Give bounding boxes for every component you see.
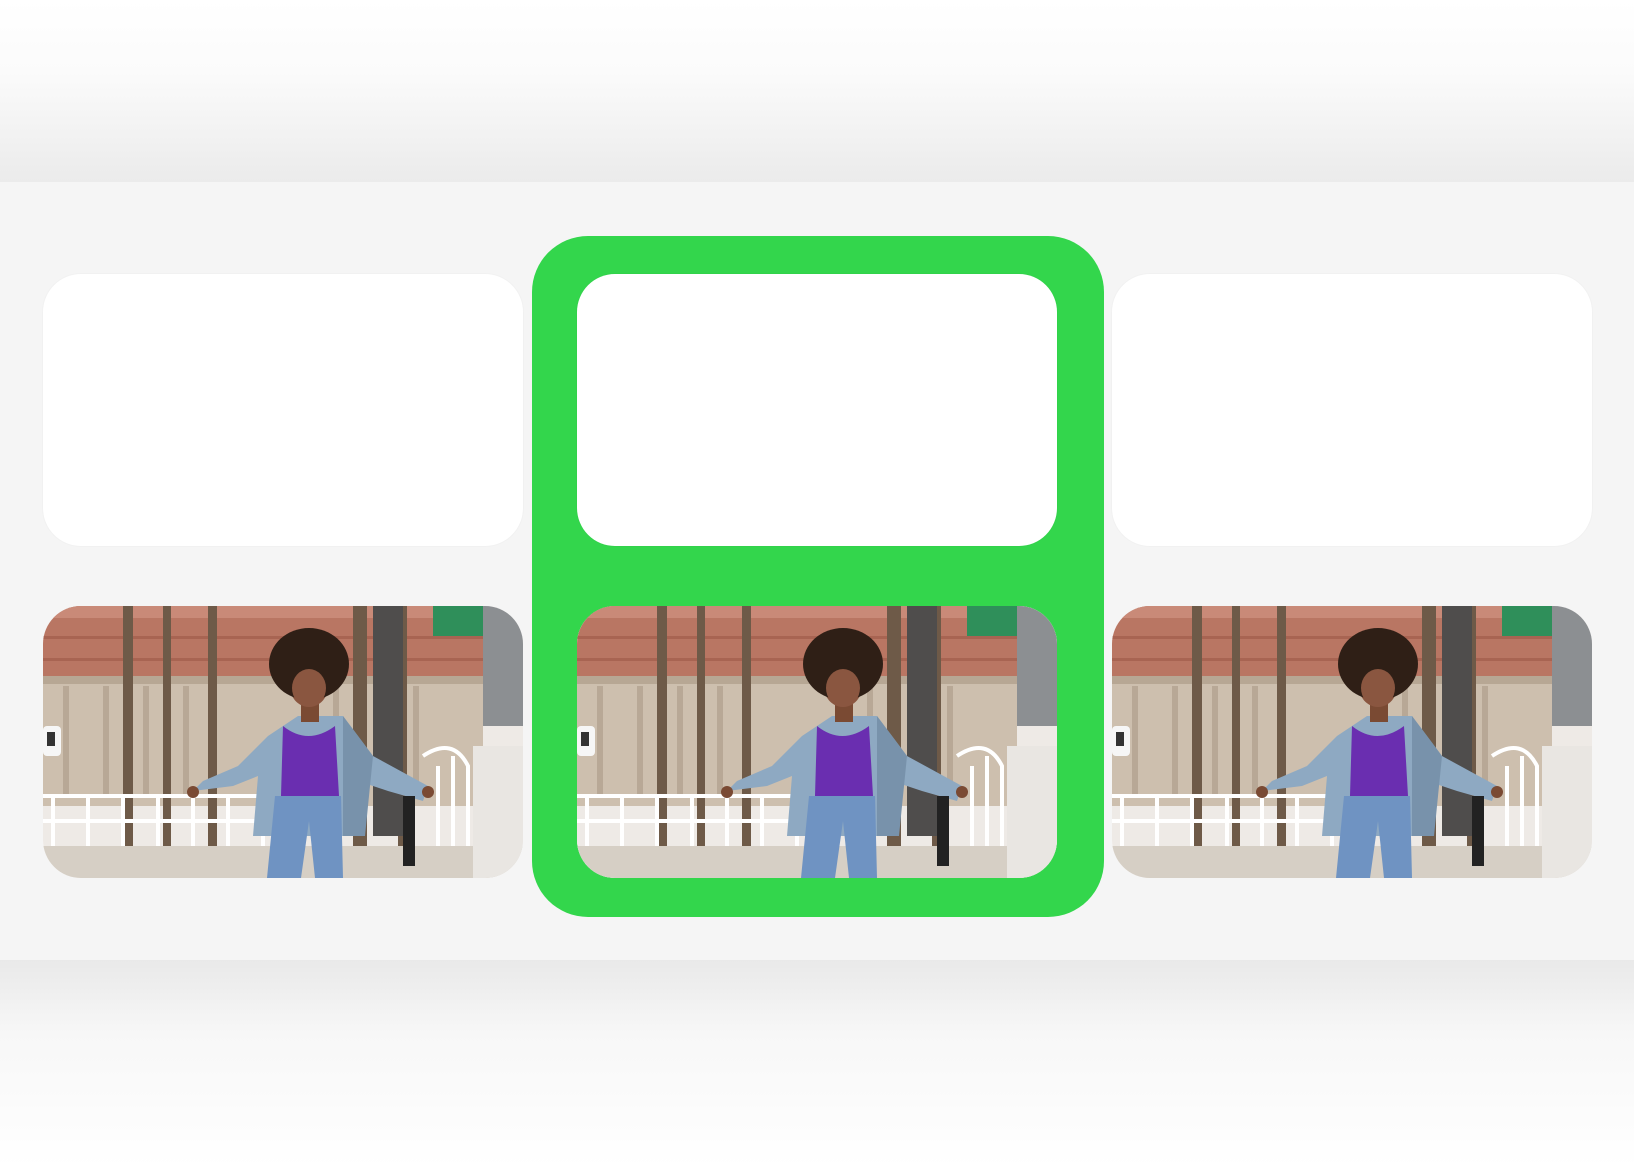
left-option-photo-card[interactable] bbox=[43, 606, 523, 878]
center-option-blank-card[interactable] bbox=[577, 274, 1057, 546]
woman-in-denim-jacket-photo bbox=[577, 606, 1057, 878]
woman-in-denim-jacket-photo bbox=[43, 606, 523, 878]
right-option-blank-card[interactable] bbox=[1112, 274, 1592, 546]
right-option-photo-card[interactable] bbox=[1112, 606, 1592, 878]
bottom-shadow bbox=[0, 960, 1634, 1168]
left-option-blank-card[interactable] bbox=[43, 274, 523, 546]
center-option-photo-card[interactable] bbox=[577, 606, 1057, 878]
woman-in-denim-jacket-photo bbox=[1112, 606, 1592, 878]
top-shadow bbox=[0, 0, 1634, 182]
